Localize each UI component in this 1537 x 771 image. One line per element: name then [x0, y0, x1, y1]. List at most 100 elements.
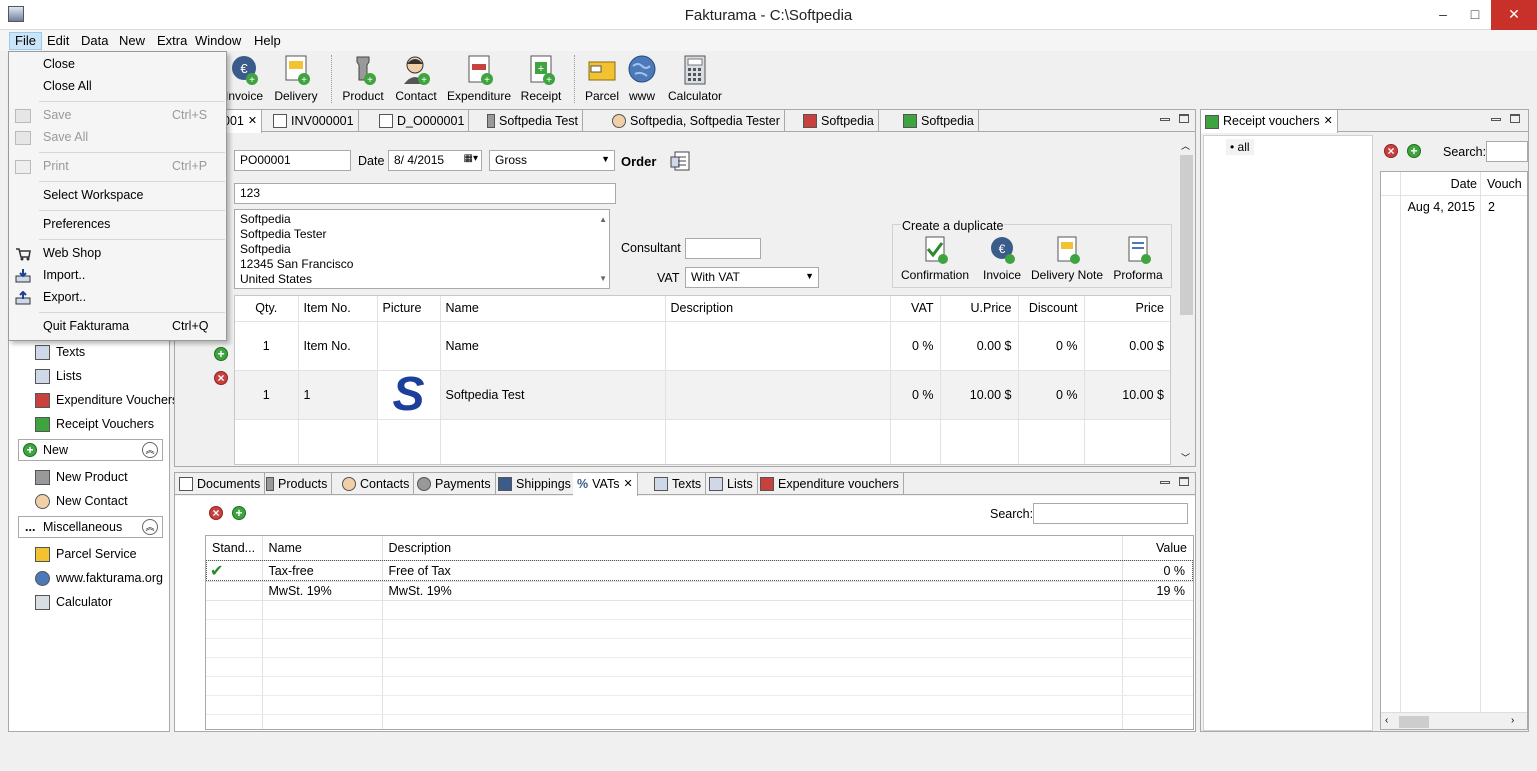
maximize-panel-icon[interactable]: [1179, 114, 1189, 123]
tab-invoice[interactable]: INV000001: [269, 110, 359, 132]
toolbar-receipt-button[interactable]: + + Receipt: [518, 54, 564, 103]
menu-item-print[interactable]: Print Ctrl+P: [9, 156, 226, 177]
toolbar-www-button[interactable]: www: [626, 54, 658, 103]
toolbar-contact-button[interactable]: + Contact: [392, 54, 440, 103]
menu-new[interactable]: New: [114, 32, 150, 50]
column-header-name[interactable]: Name: [262, 536, 383, 561]
consultant-field[interactable]: [685, 238, 761, 259]
menu-item-close[interactable]: Close: [9, 54, 226, 75]
column-header-name[interactable]: Name: [440, 296, 666, 322]
collapse-icon[interactable]: ︽: [142, 442, 158, 458]
tab-expenditure[interactable]: Softpedia: [799, 110, 879, 132]
tab-payments[interactable]: Payments: [413, 473, 496, 495]
menu-item-preferences[interactable]: Preferences: [9, 214, 226, 235]
menu-help[interactable]: Help: [249, 32, 286, 50]
table-row[interactable]: MwSt. 19% MwSt. 19% 19 %: [206, 581, 1193, 601]
table-row[interactable]: ✔ Tax-free Free of Tax 0 %: [206, 560, 1193, 582]
nav-item-website[interactable]: www.fakturama.org: [35, 568, 163, 588]
calendar-dropdown-icon[interactable]: ▦▾: [464, 153, 478, 164]
toolbar-calculator-button[interactable]: Calculator: [665, 54, 725, 103]
tab-contact[interactable]: Softpedia, Softpedia Tester: [608, 110, 785, 132]
product-picture[interactable]: S: [377, 370, 441, 420]
duplicate-proforma-button[interactable]: Proforma: [1108, 235, 1168, 282]
column-header-voucher[interactable]: Vouch: [1487, 177, 1522, 191]
toolbar-expenditure-button[interactable]: + Expenditure: [446, 54, 512, 103]
menu-item-web-shop[interactable]: Web Shop: [9, 243, 226, 264]
nav-item-new-contact[interactable]: New Contact: [35, 491, 128, 511]
collapse-icon[interactable]: ︽: [142, 519, 158, 535]
close-window-button[interactable]: ✕: [1491, 0, 1537, 30]
scroll-up-icon[interactable]: ▲: [599, 212, 607, 227]
nav-item-expenditure-vouchers[interactable]: Expenditure Vouchers: [35, 390, 178, 410]
column-header-vat[interactable]: VAT: [890, 296, 941, 322]
column-header-value[interactable]: Value: [1122, 536, 1193, 561]
tab-contacts[interactable]: Contacts: [338, 473, 415, 495]
scroll-left-icon[interactable]: ‹: [1385, 715, 1388, 726]
vats-search-input[interactable]: [1033, 503, 1188, 524]
minimize-panel-icon[interactable]: [1491, 118, 1501, 121]
column-header-date[interactable]: Date: [1401, 177, 1477, 191]
minimize-panel-icon[interactable]: [1160, 481, 1170, 484]
tab-receipt-vouchers[interactable]: Receipt vouchers ✕: [1201, 110, 1338, 133]
menu-item-quit[interactable]: Quit Fakturama Ctrl+Q: [9, 316, 226, 337]
maximize-button[interactable]: □: [1458, 0, 1492, 30]
scrollbar-thumb[interactable]: [1399, 716, 1429, 728]
column-header-unit-price[interactable]: U.Price: [940, 296, 1019, 322]
duplicate-invoice-button[interactable]: € Invoice: [978, 235, 1026, 282]
menu-item-export[interactable]: Export..: [9, 287, 226, 308]
tree-item-all[interactable]: • all: [1226, 139, 1254, 155]
nav-section-new[interactable]: + New ︽: [18, 439, 163, 461]
scroll-up-icon[interactable]: ︿: [1181, 139, 1190, 152]
tab-vats[interactable]: % VATs ✕: [573, 473, 638, 496]
scroll-down-icon[interactable]: ﹀: [1181, 451, 1190, 464]
menu-extra[interactable]: Extra: [152, 32, 192, 50]
receipts-search-input[interactable]: [1486, 141, 1528, 162]
menu-data[interactable]: Data: [76, 32, 113, 50]
add-vat-icon[interactable]: +: [232, 506, 246, 520]
order-document-icon[interactable]: [667, 150, 693, 174]
column-header-standard[interactable]: Stand...: [206, 536, 263, 561]
menu-window[interactable]: Window: [190, 32, 246, 50]
reference-field[interactable]: 123: [234, 183, 616, 204]
add-voucher-icon[interactable]: +: [1407, 144, 1421, 158]
menu-item-select-workspace[interactable]: Select Workspace: [9, 185, 226, 206]
minimize-button[interactable]: –: [1426, 0, 1460, 30]
duplicate-delivery-note-button[interactable]: Delivery Note: [1029, 235, 1105, 282]
column-header-picture[interactable]: Picture: [377, 296, 441, 322]
nav-item-parcel-service[interactable]: Parcel Service: [35, 544, 137, 564]
duplicate-confirmation-button[interactable]: Confirmation: [898, 235, 972, 282]
tab-documents[interactable]: Documents: [175, 473, 266, 495]
tab-shippings[interactable]: Shippings: [494, 473, 576, 495]
close-tab-icon[interactable]: ✕: [1324, 111, 1333, 132]
tab-texts[interactable]: Texts: [650, 473, 707, 495]
minimize-panel-icon[interactable]: [1160, 118, 1170, 121]
close-tab-icon[interactable]: ✕: [248, 111, 257, 132]
delete-item-icon[interactable]: ×: [214, 371, 228, 385]
scrollbar-thumb[interactable]: [1180, 155, 1193, 315]
nav-item-receipt-vouchers[interactable]: Receipt Vouchers: [35, 414, 154, 434]
delete-voucher-icon[interactable]: ×: [1384, 144, 1398, 158]
column-header-qty[interactable]: Qty.: [235, 296, 299, 322]
nav-item-texts[interactable]: Texts: [35, 342, 85, 362]
table-row[interactable]: 1 1 S Softpedia Test 0 % 10.00 $ 0 % 10.…: [235, 370, 1170, 420]
receipt-date-cell[interactable]: Aug 4, 2015: [1401, 200, 1475, 214]
menu-item-import[interactable]: Import..: [9, 265, 226, 286]
tab-expenditure-vouchers[interactable]: Expenditure vouchers: [756, 473, 904, 495]
price-type-select[interactable]: Gross ▼: [489, 150, 615, 171]
maximize-panel-icon[interactable]: [1510, 114, 1520, 123]
menu-item-save-all[interactable]: Save All: [9, 127, 226, 148]
column-header-discount[interactable]: Discount: [1018, 296, 1085, 322]
menu-file[interactable]: File: [9, 32, 42, 50]
receipt-voucher-cell[interactable]: 2: [1488, 200, 1495, 214]
menu-edit[interactable]: Edit: [42, 32, 74, 50]
vat-select[interactable]: With VAT ▼: [685, 267, 819, 288]
tab-lists[interactable]: Lists: [705, 473, 758, 495]
horizontal-scrollbar[interactable]: ‹ ›: [1381, 712, 1527, 729]
toolbar-delivery-button[interactable]: + Delivery: [272, 54, 320, 103]
menu-item-save[interactable]: Save Ctrl+S: [9, 105, 226, 126]
toolbar-parcel-button[interactable]: Parcel: [583, 54, 621, 103]
default-check-icon[interactable]: ✔: [206, 560, 263, 582]
column-header-price[interactable]: Price: [1084, 296, 1170, 322]
tab-product[interactable]: Softpedia Test: [483, 110, 583, 132]
scroll-down-icon[interactable]: ▼: [599, 271, 607, 286]
